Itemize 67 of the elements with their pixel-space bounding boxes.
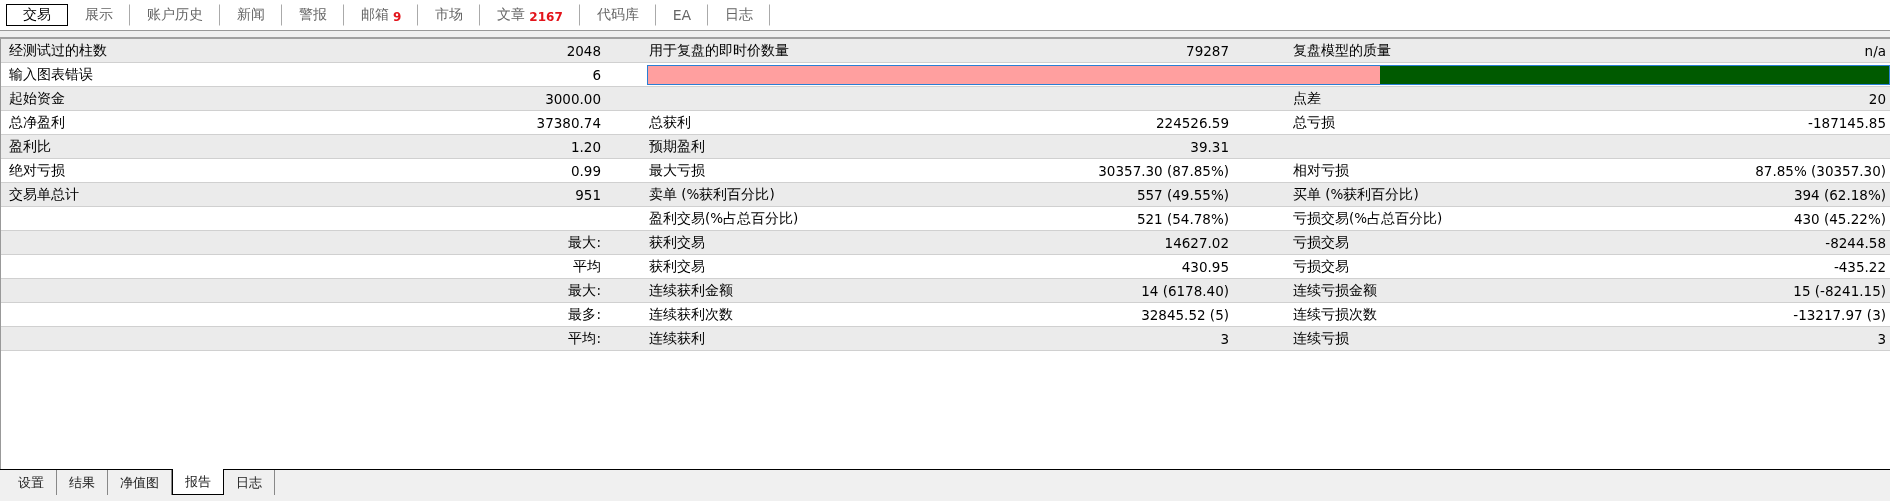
stat-label: 连续亏损 bbox=[1293, 329, 1349, 348]
stat-value: 6 bbox=[592, 66, 601, 83]
stat-label: 连续获利金额 bbox=[649, 281, 733, 300]
stat-value: 32845.52 (5) bbox=[1141, 306, 1229, 323]
stat-value: 最大: bbox=[568, 281, 601, 300]
stat-label: 复盘模型的质量 bbox=[1293, 41, 1391, 60]
stat-label: 连续获利 bbox=[649, 329, 705, 348]
stat-value: 最多: bbox=[568, 305, 601, 324]
stat-label: 亏损交易 bbox=[1293, 257, 1349, 276]
stat-label: 卖单 (%获利百分比) bbox=[649, 185, 775, 204]
stat-value: -8244.58 bbox=[1825, 234, 1886, 251]
stat-value: -435.22 bbox=[1833, 258, 1886, 275]
stat-value: 394 (62.18%) bbox=[1793, 186, 1886, 203]
stat-value: 1.20 bbox=[570, 138, 601, 155]
stat-label: 亏损交易(%占总百分比) bbox=[1293, 209, 1443, 228]
stat-value: 20 bbox=[1868, 90, 1886, 107]
stat-label: 经测试过的柱数 bbox=[9, 41, 107, 60]
stat-label: 相对亏损 bbox=[1293, 161, 1349, 180]
stat-label: 总净盈利 bbox=[9, 113, 65, 132]
stat-value: 最大: bbox=[568, 233, 601, 252]
stat-label: 最大亏损 bbox=[649, 161, 705, 180]
stat-label: 亏损交易 bbox=[1293, 233, 1349, 252]
stat-label: 输入图表错误 bbox=[9, 65, 93, 84]
stat-label: 连续亏损次数 bbox=[1293, 305, 1377, 324]
stat-value: 3000.00 bbox=[545, 90, 601, 107]
count-label: 9 bbox=[393, 10, 402, 24]
stat-value: 430 (45.22%) bbox=[1793, 210, 1886, 227]
stat-label: 连续获利次数 bbox=[649, 305, 733, 324]
stat-value: 79287 bbox=[1186, 42, 1229, 59]
stat-value: 30357.30 (87.85%) bbox=[1098, 162, 1229, 179]
stat-label: 总获利 bbox=[649, 113, 691, 132]
nav-tab[interactable]: 交易 bbox=[6, 4, 68, 26]
stat-value: 平均: bbox=[568, 329, 601, 348]
stat-value: 430.95 bbox=[1181, 258, 1229, 275]
stat-value: 87.85% (30357.30) bbox=[1755, 162, 1886, 179]
stat-value: 平均 bbox=[573, 257, 601, 276]
stat-value: n/a bbox=[1864, 42, 1886, 59]
stat-value: 224526.59 bbox=[1156, 114, 1229, 131]
stat-value: 0.99 bbox=[570, 162, 601, 179]
stat-label: 总亏损 bbox=[1293, 113, 1335, 132]
stat-label: 买单 (%获利百分比) bbox=[1293, 185, 1419, 204]
stat-value: 3 bbox=[1220, 330, 1229, 347]
stat-value: 14 (6178.40) bbox=[1141, 282, 1229, 299]
stat-label: 获利交易 bbox=[649, 233, 705, 252]
stat-label: 用于复盘的即时价数量 bbox=[649, 41, 789, 60]
stat-value: -13217.97 (3) bbox=[1793, 306, 1886, 323]
stat-value: 521 (54.78%) bbox=[1136, 210, 1229, 227]
stat-label: 起始资金 bbox=[9, 89, 65, 108]
count-label: 2167 bbox=[529, 10, 563, 24]
stat-value: 2048 bbox=[566, 42, 601, 59]
stat-value: 557 (49.55%) bbox=[1136, 186, 1229, 203]
stat-label: 点差 bbox=[1293, 89, 1321, 108]
stat-label: 连续亏损金额 bbox=[1293, 281, 1377, 300]
stat-value: -187145.85 bbox=[1808, 114, 1886, 131]
stat-value: 3 bbox=[1877, 330, 1886, 347]
stat-value: 37380.74 bbox=[536, 114, 601, 131]
stat-value: 15 (-8241.15) bbox=[1793, 282, 1886, 299]
stat-value: 951 bbox=[575, 186, 601, 203]
stat-label: 交易单总计 bbox=[9, 185, 79, 204]
stat-label: 盈利交易(%占总百分比) bbox=[649, 209, 799, 228]
stat-label: 盈利比 bbox=[9, 137, 51, 156]
stat-value: 14627.02 bbox=[1164, 234, 1229, 251]
stat-label: 预期盈利 bbox=[649, 137, 705, 156]
stat-value: 39.31 bbox=[1190, 138, 1229, 155]
stat-label: 绝对亏损 bbox=[9, 161, 65, 180]
panel-tab[interactable]: 报告 bbox=[172, 469, 224, 495]
stat-label: 获利交易 bbox=[649, 257, 705, 276]
